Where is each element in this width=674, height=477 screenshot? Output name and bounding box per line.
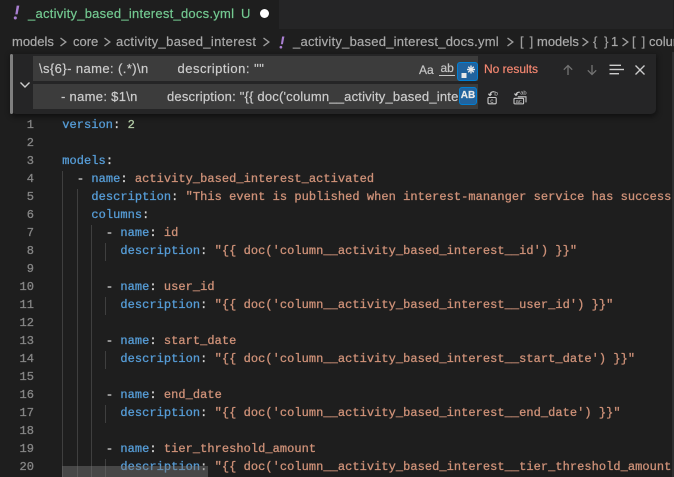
svg-text:ac: ac <box>516 99 522 105</box>
svg-text:b: b <box>494 90 498 97</box>
svg-text:ab: ab <box>520 90 526 96</box>
